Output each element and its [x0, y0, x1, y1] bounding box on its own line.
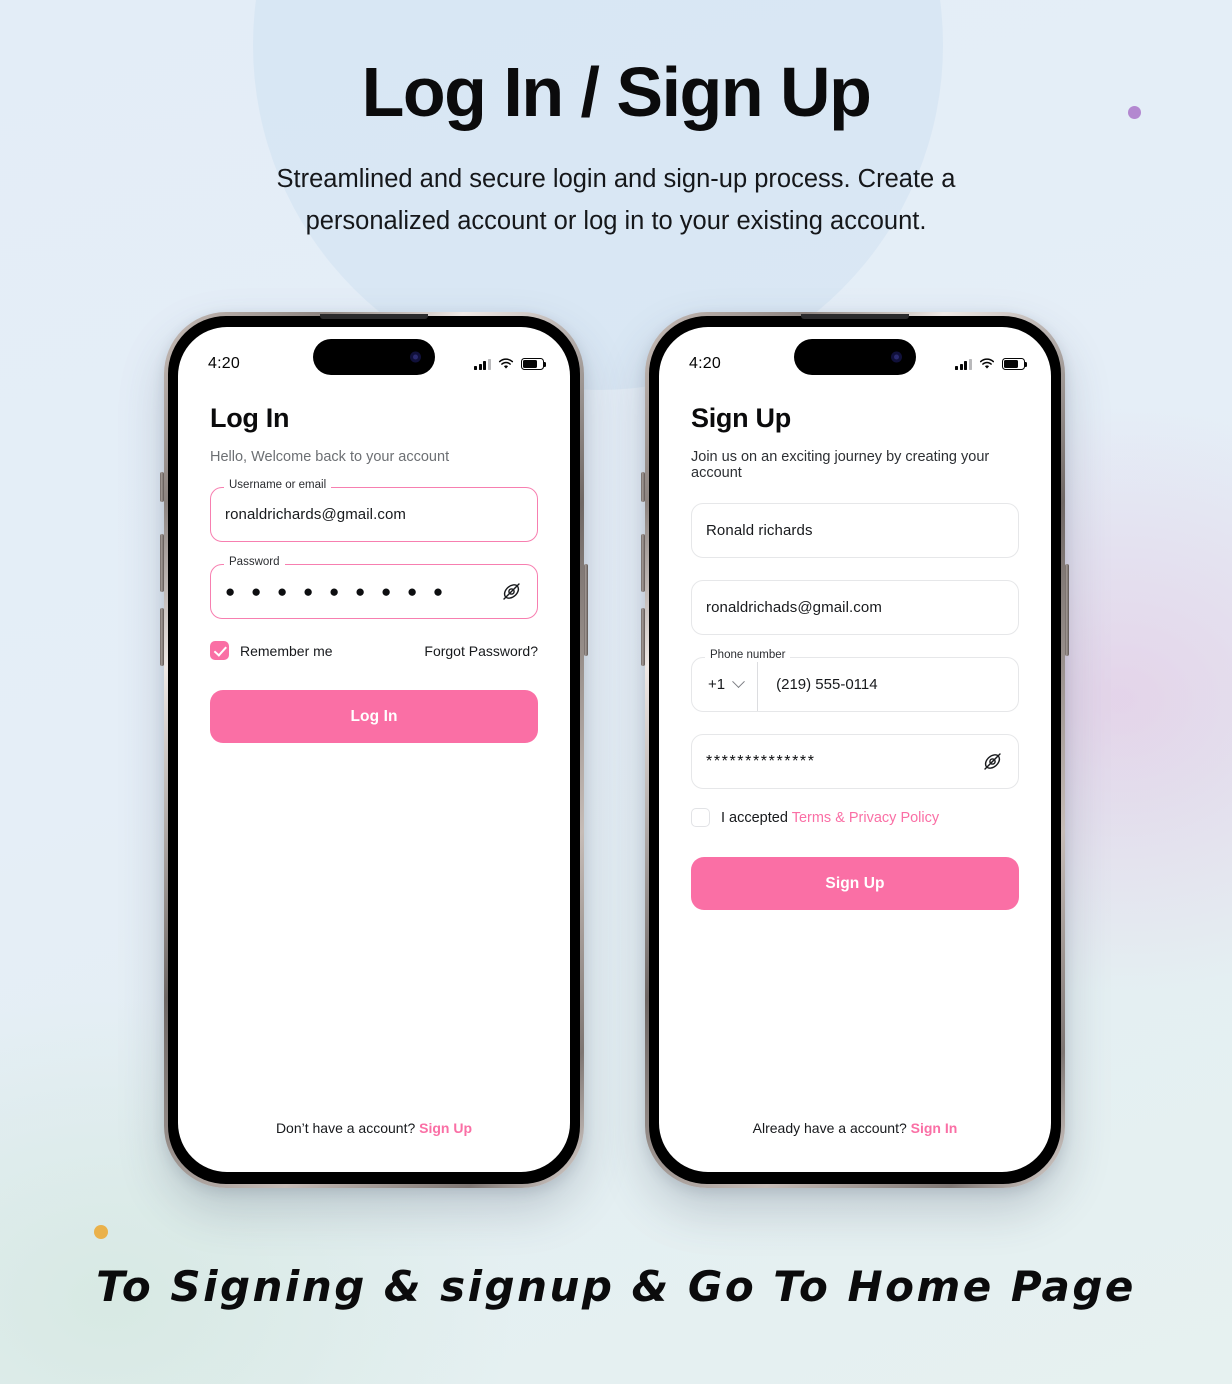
username-field-label: Username or email [224, 479, 332, 492]
status-time: 4:20 [208, 355, 240, 372]
signup-app-content: Sign Up Join us on an exciting journey b… [659, 327, 1051, 1172]
signup-link[interactable]: Sign Up [419, 1120, 472, 1136]
phone-number-value: (219) 555-0114 [776, 676, 878, 693]
phone-power-button[interactable] [1065, 564, 1069, 656]
cellular-signal-icon [474, 358, 491, 370]
phone-earpiece-speaker [320, 314, 428, 319]
username-field[interactable]: Username or email ronaldrichards@gmail.c… [210, 479, 538, 542]
login-options-row: Remember me Forgot Password? [210, 641, 538, 660]
country-code-select[interactable]: +1 [692, 658, 759, 711]
phone-number-field[interactable]: Phone number +1 (219) 555-0114 [691, 649, 1019, 712]
login-bottom-link-row: Don’t have a account? Sign Up [178, 1120, 570, 1136]
username-field-value: ronaldrichards@gmail.com [225, 506, 407, 523]
phone-mute-switch[interactable] [160, 472, 164, 502]
login-bottom-text: Don’t have a account? [275, 1120, 420, 1136]
phone-mockup-login: 4:20 Log In Hello, Welcome back to your … [160, 312, 588, 1188]
eye-off-icon[interactable] [499, 580, 523, 604]
phone-power-button[interactable] [584, 564, 588, 656]
phone-volume-down-button[interactable] [160, 608, 164, 666]
remember-me-label: Remember me [240, 642, 333, 659]
phone-number-field-label: Phone number [705, 649, 791, 662]
phone-volume-up-button[interactable] [641, 534, 645, 592]
status-icons-group [474, 358, 547, 370]
phone-bezel: 4:20 Sign Up Join us on an exciting jour… [649, 314, 1061, 1184]
eye-off-icon[interactable] [980, 750, 1004, 774]
login-app-content: Log In Hello, Welcome back to your accou… [178, 327, 570, 1172]
fullname-field[interactable]: Ronald richards [691, 503, 1019, 558]
email-field[interactable]: ronaldrichads@gmail.com [691, 580, 1019, 635]
front-camera-icon [891, 351, 902, 363]
signup-bottom-text: Already have a account? [752, 1120, 911, 1136]
status-icons-group [955, 358, 1028, 370]
password-field[interactable]: Password ● ● ● ● ● ● ● ● ● [210, 556, 538, 619]
wifi-icon [498, 358, 514, 369]
signup-bottom-link-row: Already have a account? Sign In [659, 1120, 1051, 1136]
phone-bezel: 4:20 Log In Hello, Welcome back to your … [168, 314, 580, 1184]
battery-icon [1002, 358, 1028, 370]
phone-earpiece-speaker [801, 314, 909, 319]
terms-text: I accepted Terms & Privacy Policy [721, 810, 939, 826]
battery-icon [521, 358, 547, 370]
terms-prefix: I accepted [721, 809, 792, 826]
page-subtitle: Streamlined and secure login and sign-up… [276, 164, 956, 235]
email-field-value: ronaldrichads@gmail.com [706, 599, 882, 616]
fullname-field-value: Ronald richards [706, 522, 813, 539]
dynamic-island [794, 339, 916, 375]
signup-subtitle: Join us on an exciting journey by creati… [691, 449, 990, 481]
country-code-value: +1 [708, 676, 726, 693]
terms-checkbox[interactable] [691, 808, 710, 827]
phone-mockup-signup: 4:20 Sign Up Join us on an exciting jour… [641, 312, 1069, 1188]
signup-password-field[interactable]: ************** [691, 734, 1019, 789]
status-time: 4:20 [689, 355, 721, 372]
terms-privacy-link[interactable]: Terms & Privacy Policy [792, 810, 939, 826]
signup-title: Sign Up [691, 403, 791, 433]
forgot-password-link[interactable]: Forgot Password? [424, 643, 538, 659]
login-screen: 4:20 Log In Hello, Welcome back to your … [178, 327, 570, 1172]
wifi-icon [979, 358, 995, 369]
front-camera-icon [410, 351, 421, 363]
phone-mute-switch[interactable] [641, 472, 645, 502]
phone-volume-down-button[interactable] [641, 608, 645, 666]
login-title: Log In [210, 403, 290, 433]
dynamic-island [313, 339, 435, 375]
checkbox-box [210, 641, 229, 660]
signin-link[interactable]: Sign In [911, 1120, 958, 1136]
page-header: Log In / Sign Up Streamlined and secure … [0, 0, 1232, 242]
terms-acceptance-row[interactable]: I accepted Terms & Privacy Policy [691, 808, 1019, 827]
footer-caption: To Signing & signup & Go To Home Page [96, 1262, 1136, 1311]
decorative-amber-dot [94, 1225, 108, 1239]
password-field-value: ● ● ● ● ● ● ● ● ● [225, 581, 449, 601]
chevron-down-icon [732, 675, 745, 689]
page-title: Log In / Sign Up [361, 53, 872, 131]
password-field-label: Password [224, 556, 285, 569]
phone-volume-up-button[interactable] [160, 534, 164, 592]
cellular-signal-icon [955, 358, 972, 370]
remember-me-checkbox[interactable]: Remember me [210, 641, 333, 660]
signup-password-value: ************** [706, 752, 816, 770]
login-subtitle: Hello, Welcome back to your account [210, 449, 450, 465]
login-submit-button[interactable]: Log In [210, 690, 538, 743]
signup-submit-button[interactable]: Sign Up [691, 857, 1019, 910]
signup-screen: 4:20 Sign Up Join us on an exciting jour… [659, 327, 1051, 1172]
